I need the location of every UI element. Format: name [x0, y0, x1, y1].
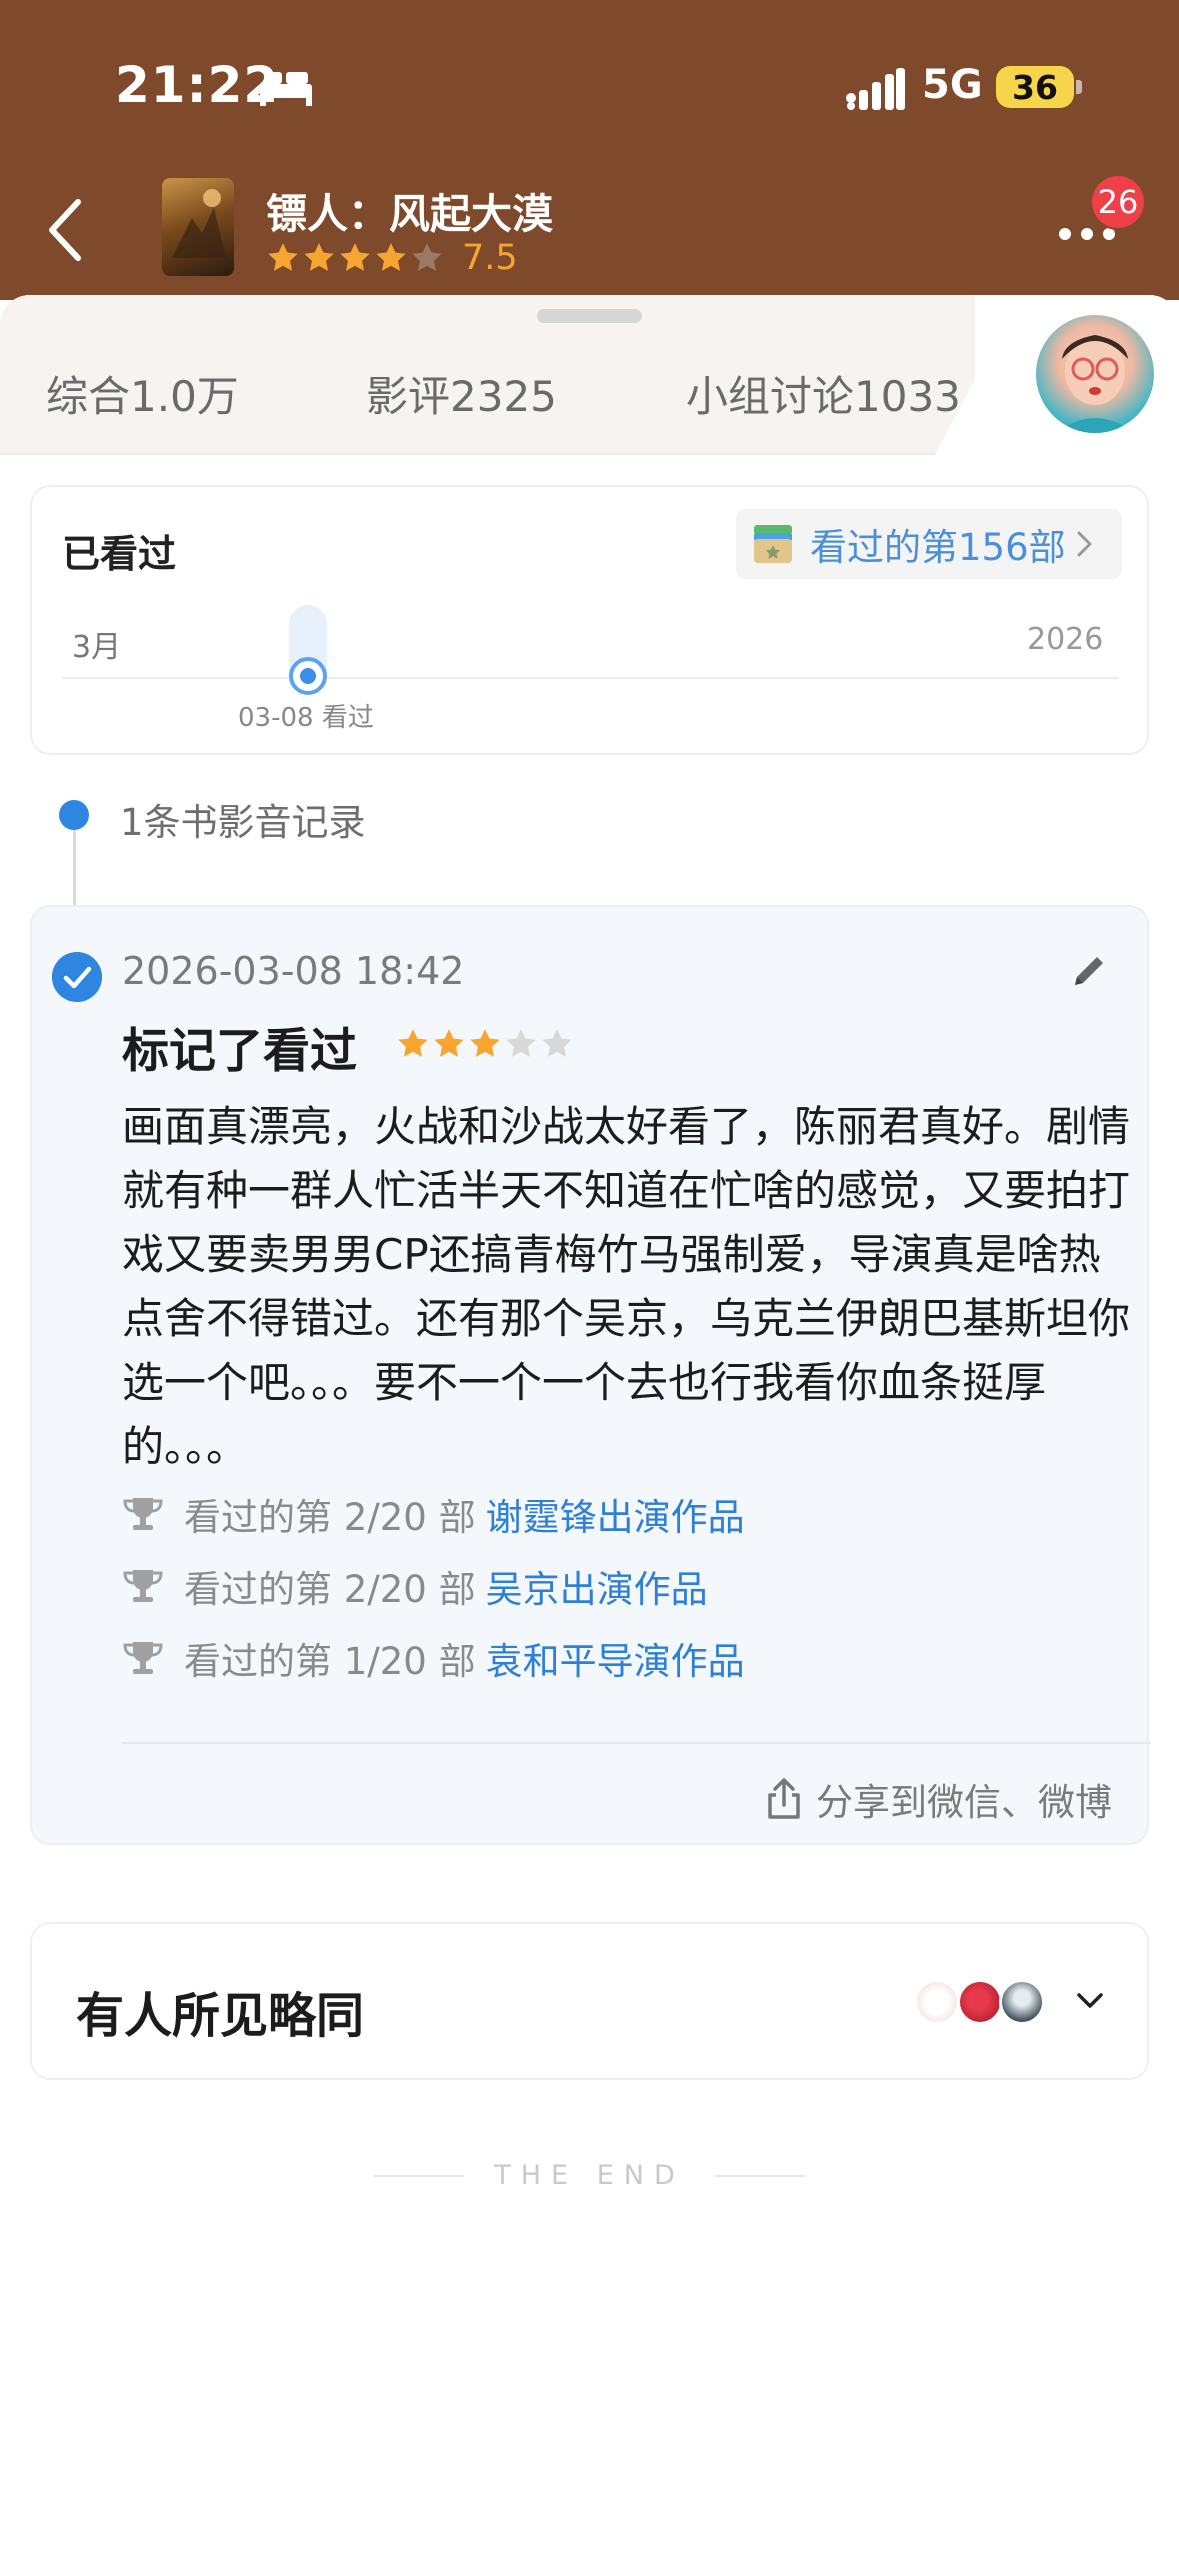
movie-poster[interactable]: [162, 178, 234, 276]
star-icon: [304, 243, 334, 271]
review-action: 标记了看过: [122, 1024, 357, 1079]
timeline-end-label: 2026: [1027, 622, 1104, 657]
notification-badge[interactable]: 26: [1090, 174, 1146, 230]
timeline-start-label: 3月: [72, 630, 122, 665]
similar-opinions-title: 有人所见略同: [76, 1988, 365, 2044]
battery-tip: [1076, 80, 1082, 94]
end-marker: THE END: [0, 2160, 1179, 2191]
timeline-marker[interactable]: [289, 657, 327, 695]
watched-title: 已看过: [62, 532, 177, 576]
star-icon: [434, 1029, 464, 1057]
avatar: [999, 1979, 1045, 2025]
review-text: 画面真漂亮，火战和沙战太好看了，陈丽君真好。剧情就有种一群人忙活半天不知道在忙啥…: [122, 1102, 1131, 1471]
checkmark-icon: [52, 952, 102, 1002]
timeline-marker-label: 03-08 看过: [238, 703, 374, 733]
network-label: 5G: [922, 62, 983, 108]
content-sheet: 综合1.0万 影评2325 小组讨论1033 已看过 看过的第156部 3月 2…: [0, 295, 1179, 2556]
status-time: 21:22: [115, 56, 280, 114]
share-button[interactable]: 分享到微信、微博: [764, 1772, 1112, 1826]
share-icon: [768, 1778, 800, 1819]
star-icon: [376, 243, 406, 271]
end-divider-right: [714, 2174, 805, 2177]
record-dot: [59, 800, 89, 830]
work-stat-row: 看过的第 2/20 部 谢霆锋出演作品: [122, 1487, 745, 1541]
star-icon: [268, 243, 298, 271]
review-divider: [122, 1742, 1151, 1744]
tab-overview[interactable]: 综合1.0万: [46, 363, 239, 424]
tab-reviews[interactable]: 影评2325: [366, 363, 557, 424]
star-icon: [412, 243, 442, 271]
star-empty-icon: [506, 1029, 536, 1057]
user-avatar[interactable]: [1036, 315, 1154, 433]
trophy-icon: [123, 1642, 163, 1674]
work-stat-link[interactable]: 吴京出演作品: [486, 1559, 708, 1613]
watched-count-button[interactable]: 看过的第156部: [736, 509, 1122, 579]
record-count-label: 1条书影音记录: [120, 801, 366, 844]
review-card: 2026-03-08 18:42 标记了看过 画面真漂亮，火战和沙战太好看了，陈…: [30, 905, 1151, 1845]
chevron-right-icon: [1077, 531, 1092, 557]
movie-title: 镖人：风起大漠: [266, 190, 553, 238]
star-empty-icon: [542, 1029, 572, 1057]
movie-box-icon: [754, 525, 792, 563]
end-text: THE END: [494, 2160, 685, 2191]
work-stat-prefix: 看过的第 2/20 部: [184, 1568, 476, 1611]
review-datetime: 2026-03-08 18:42: [122, 949, 465, 993]
timeline-track: [62, 677, 1118, 679]
avatar: [957, 1979, 1003, 2025]
bed-icon: [260, 72, 312, 106]
edit-pencil-icon[interactable]: [1067, 949, 1111, 993]
back-arrow-icon[interactable]: [40, 190, 96, 270]
work-stat-row: 看过的第 2/20 部 吴京出演作品: [122, 1559, 708, 1613]
rating-value: 7.5: [462, 238, 518, 278]
share-label: 分享到微信、微博: [816, 1781, 1112, 1824]
work-stat-prefix: 看过的第 1/20 部: [184, 1640, 476, 1683]
tab-group-discussion[interactable]: 小组讨论1033: [686, 363, 961, 424]
battery-indicator: 36: [996, 66, 1074, 108]
trophy-icon: [123, 1498, 163, 1530]
avatar: [914, 1979, 960, 2025]
signal-icon: [846, 68, 905, 110]
movie-rating: 7.5: [266, 238, 518, 278]
end-divider-left: [374, 2174, 465, 2177]
star-icon: [340, 243, 370, 271]
star-icon: [398, 1029, 428, 1057]
star-icon: [470, 1029, 500, 1057]
trophy-icon: [123, 1570, 163, 1602]
sheet-grabber[interactable]: [537, 309, 642, 323]
status-bar: 21:22 5G 36: [0, 0, 1179, 175]
work-stat-link[interactable]: 谢霆锋出演作品: [486, 1487, 745, 1541]
work-stat-prefix: 看过的第 2/20 部: [184, 1496, 476, 1539]
work-stat-link[interactable]: 袁和平导演作品: [486, 1631, 745, 1685]
work-stat-row: 看过的第 1/20 部 袁和平导演作品: [122, 1631, 745, 1685]
similar-opinions-card[interactable]: 有人所见略同: [30, 1922, 1149, 2080]
chevron-down-icon[interactable]: [1072, 1986, 1108, 2016]
watched-card: 已看过 看过的第156部 3月 2026 03-08 看过: [30, 485, 1149, 755]
watched-count-label: 看过的第156部: [810, 526, 1066, 569]
movie-header: 21:22 5G 36 镖人：风起大漠 7.5 26: [0, 0, 1179, 300]
review-star-rating: [396, 1027, 576, 1061]
